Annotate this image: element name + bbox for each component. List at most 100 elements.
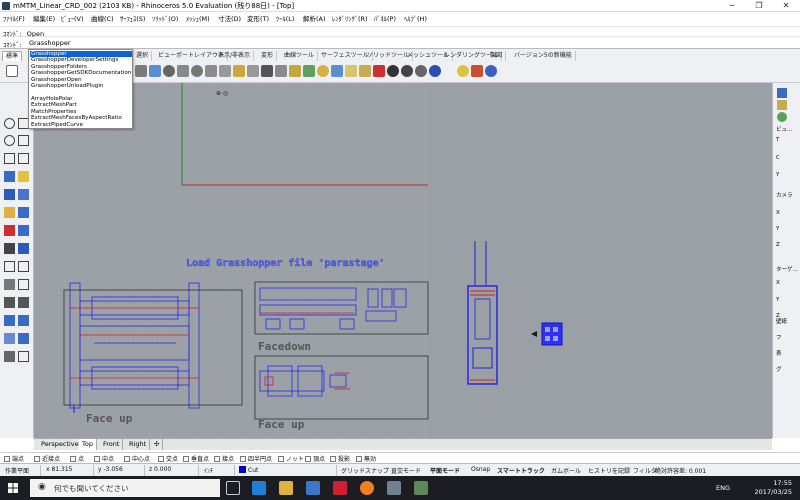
app-icon-red[interactable] [333, 481, 347, 495]
grasshopper-icon[interactable] [471, 65, 483, 77]
shaded-sphere-icon[interactable] [387, 65, 399, 77]
osnap-near[interactable]: 近接点 [34, 454, 60, 463]
tab-drafting[interactable]: 製図 [487, 51, 507, 61]
osnap-point[interactable]: 点 [70, 454, 84, 463]
osnap-intersection[interactable]: 交点 [158, 454, 178, 463]
analyze-tool-icon[interactable] [18, 333, 29, 344]
status-planar[interactable]: 平面モード [430, 466, 460, 475]
split-tool-icon[interactable] [18, 261, 29, 272]
osnap-disable[interactable]: 無効 [356, 454, 376, 463]
zoom-icon[interactable] [191, 65, 203, 77]
menu-edit[interactable]: 編集(E) [33, 13, 55, 23]
menu-transform[interactable]: 変形(T) [247, 13, 269, 23]
status-gumball[interactable]: ガムボール [551, 466, 581, 475]
osnap-knot[interactable]: ノット [278, 454, 304, 463]
zoom-extents-icon[interactable] [219, 65, 231, 77]
menu-surface[interactable]: ｻｰﾌｪｽ(S) [120, 13, 145, 23]
osnap-end[interactable]: 端点 [4, 454, 24, 463]
tab-transform[interactable]: 変形 [258, 51, 278, 61]
add-view-tab[interactable]: ✣ [151, 439, 164, 450]
osnap-project[interactable]: 投影 [330, 454, 350, 463]
grasshopper-taskbar-icon[interactable] [414, 481, 428, 495]
maximize-button[interactable]: ❐ [746, 0, 772, 12]
edge-browser-icon[interactable] [252, 481, 266, 495]
tab-standard[interactable]: 標準 [2, 51, 23, 61]
osnap-quad[interactable]: 四半円点 [240, 454, 272, 463]
tab-right[interactable]: Right [126, 439, 151, 450]
undo-icon[interactable] [149, 65, 161, 77]
options-gear-icon[interactable] [457, 65, 469, 77]
menu-mesh[interactable]: ﾒｯｼｭ(M) [186, 13, 210, 23]
osnap-perpendicular[interactable]: 垂直点 [183, 454, 209, 463]
properties-panel-icon[interactable] [777, 88, 787, 98]
box-tool-icon[interactable] [4, 189, 15, 200]
cplane-icon[interactable] [275, 65, 287, 77]
command-input[interactable]: Grasshopper [29, 39, 71, 47]
layer-icon[interactable] [359, 65, 371, 77]
tab-top[interactable]: Top [79, 439, 97, 450]
osnap-center[interactable]: 中心点 [124, 454, 150, 463]
text-tool-icon[interactable] [18, 153, 29, 164]
trim-tool-icon[interactable] [4, 261, 15, 272]
osnap-mid[interactable]: 中点 [94, 454, 114, 463]
menu-file[interactable]: ﾌｧｲﾙ(F) [3, 13, 25, 23]
status-smarttrack[interactable]: スマートトラック [497, 466, 545, 475]
status-history[interactable]: ヒストリを記録 [588, 466, 630, 475]
layout-tool-icon[interactable] [4, 351, 15, 362]
layers-panel-icon[interactable] [777, 100, 787, 110]
osnap-tangent[interactable]: 接点 [214, 454, 234, 463]
autocomplete-item[interactable]: ExtractPipedCurve [30, 122, 132, 128]
boolean-tool-icon[interactable] [4, 225, 15, 236]
move-tool-icon[interactable] [4, 279, 15, 290]
properties-icon[interactable] [373, 65, 385, 77]
rhino-taskbar-icon[interactable] [387, 481, 401, 495]
mirror-tool-icon[interactable] [18, 315, 29, 326]
fillet-tool-icon[interactable] [4, 243, 15, 254]
shell-tool-icon[interactable] [18, 243, 29, 254]
new-file-icon[interactable] [6, 65, 18, 77]
windows-start-icon[interactable] [8, 483, 18, 493]
menu-view[interactable]: ﾋﾞｭｰ(V) [61, 13, 84, 23]
status-osnap[interactable]: Osnap [471, 466, 490, 473]
tab-perspective[interactable]: Perspective [38, 439, 83, 450]
autocomplete-item[interactable]: GrasshopperUnloadPlugin [30, 83, 132, 89]
hand-icon[interactable] [135, 65, 147, 77]
menu-analyze[interactable]: 解析(A) [303, 13, 326, 23]
rotate-tool-icon[interactable] [4, 297, 15, 308]
curve-tool-icon[interactable] [4, 153, 15, 164]
input-language[interactable]: ENG [716, 484, 730, 492]
ghosted-sphere-icon[interactable] [415, 65, 427, 77]
circle-tool-icon[interactable] [4, 118, 15, 129]
viewport-icon[interactable] [247, 65, 259, 77]
tab-v5-new[interactable]: バージョン5の新機能 [511, 51, 576, 61]
close-button[interactable]: ✕ [773, 0, 799, 12]
rendered-sphere-icon[interactable] [401, 65, 413, 77]
status-layer[interactable]: Cut [239, 466, 258, 474]
loft-tool-icon[interactable] [18, 207, 29, 218]
lock-icon[interactable] [331, 65, 343, 77]
minimize-button[interactable]: ─ [719, 0, 745, 12]
menu-help[interactable]: ﾍﾙﾌﾟ(H) [404, 13, 427, 23]
rotate-view-icon[interactable] [177, 65, 189, 77]
help-icon[interactable] [485, 65, 497, 77]
pan-icon[interactable] [163, 65, 175, 77]
solid-tool-icon[interactable] [18, 189, 29, 200]
copy-tool-icon[interactable] [18, 279, 29, 290]
task-view-icon[interactable] [226, 481, 240, 495]
zoom-window-icon[interactable] [205, 65, 217, 77]
command-line[interactable]: ｺﾏﾝﾄﾞ: Grasshopper [0, 37, 800, 49]
arc-tool-icon[interactable] [4, 135, 15, 146]
file-explorer-icon[interactable] [279, 481, 293, 495]
tab-visibility[interactable]: 表示/非表示 [215, 51, 255, 61]
check-tool-icon[interactable] [18, 351, 29, 362]
surface-tool-icon[interactable] [4, 171, 15, 182]
menu-panels[interactable]: ﾊﾟﾈﾙ(P) [374, 13, 396, 23]
mesh-tool-icon[interactable] [4, 207, 15, 218]
extrude-tool-icon[interactable] [18, 171, 29, 182]
zoom-selected-icon[interactable] [233, 65, 245, 77]
menu-render[interactable]: ﾚﾝﾀﾞﾘﾝｸﾞ(R) [332, 13, 368, 23]
menu-tools[interactable]: ﾂｰﾙ(L) [276, 13, 294, 23]
tab-curve-tools[interactable]: 曲線ツール [281, 51, 319, 61]
sweep-tool-icon[interactable] [18, 225, 29, 236]
array-tool-icon[interactable] [4, 315, 15, 326]
